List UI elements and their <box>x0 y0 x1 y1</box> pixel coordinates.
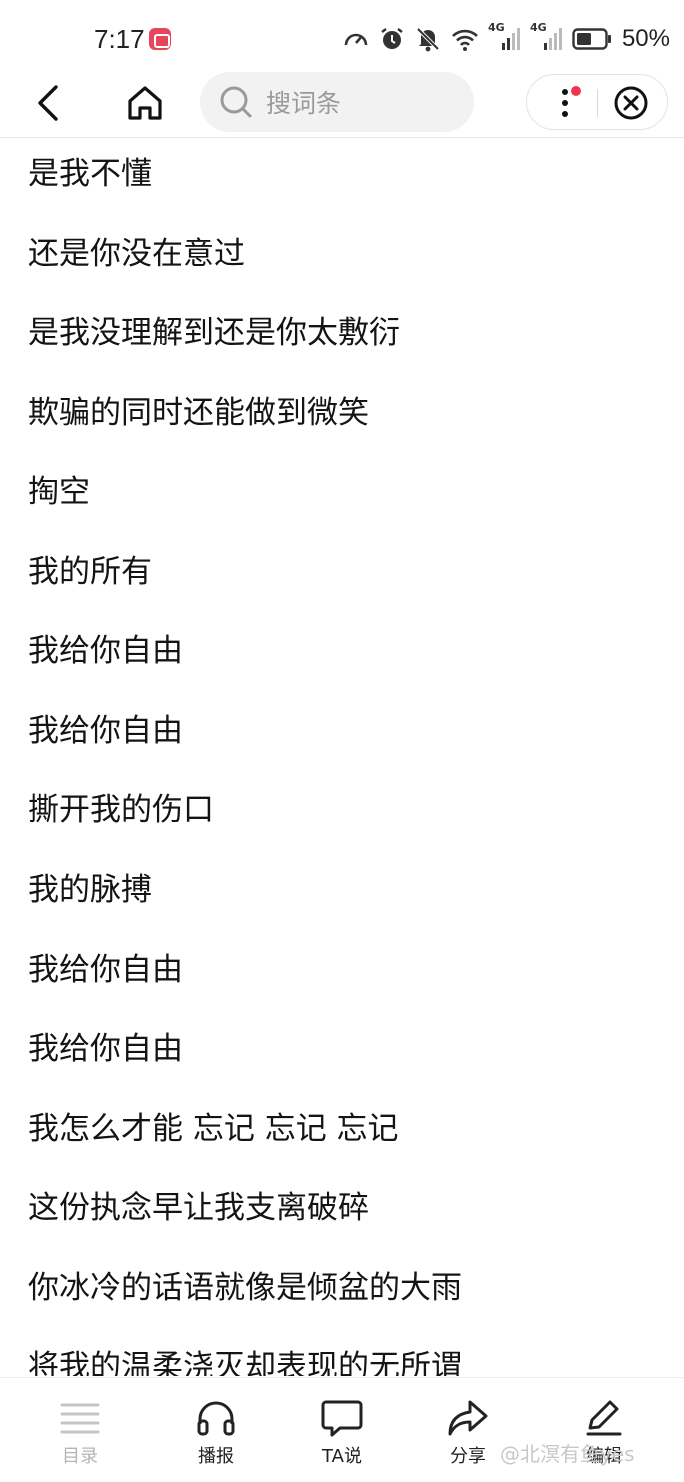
signal-bars-icon <box>543 28 562 50</box>
more-button[interactable] <box>545 81 589 125</box>
status-time: 7:17 <box>94 24 145 54</box>
lyric-line: 我给你自由 <box>28 1031 183 1067</box>
battery-icon <box>572 28 611 50</box>
lyric-line: 撕开我的伤口 <box>28 792 214 828</box>
lyric-line: 还是你没在意过 <box>28 236 245 272</box>
lyric-line: 将我的温柔浇灭却表现的无所谓 <box>28 1349 462 1376</box>
more-vertical-icon <box>562 86 581 117</box>
wifi-icon <box>452 29 478 51</box>
search-icon <box>220 86 252 118</box>
battery-percent: 50% <box>621 25 670 52</box>
search-input[interactable]: 搜词条 <box>200 72 474 132</box>
bottom-toolbar: 目录 播报 TA说 分享 编辑 @北溟有鱼yes <box>0 1377 684 1482</box>
tab-label: 播报 <box>198 1446 234 1467</box>
app-notification-icon <box>149 28 171 50</box>
search-placeholder: 搜词条 <box>266 89 342 118</box>
home-icon <box>128 86 162 120</box>
chevron-left-icon <box>38 85 58 121</box>
lyric-line: 掏空 <box>28 474 90 510</box>
mute-icon <box>416 27 440 52</box>
lyric-line: 我的所有 <box>28 554 152 590</box>
speedometer-icon <box>344 33 368 46</box>
share-icon <box>448 1400 488 1436</box>
signal-1: 4G <box>488 21 522 53</box>
lyric-line: 欺骗的同时还能做到微笑 <box>28 395 369 431</box>
edit-icon <box>586 1400 622 1436</box>
lyric-line: 是我没理解到还是你太敷衍 <box>28 315 400 351</box>
lyric-line: 我给你自由 <box>28 952 183 988</box>
close-circle-icon <box>614 86 648 120</box>
status-bar: 7:17 4G 4G 50% <box>0 0 684 78</box>
alarm-icon <box>381 28 403 49</box>
back-button[interactable] <box>26 80 72 126</box>
comment-icon <box>321 1400 363 1437</box>
tab-ta-says[interactable]: TA说 <box>287 1398 397 1478</box>
status-icons: 4G 4G 50% <box>342 21 670 56</box>
lyric-line: 是我不懂 <box>28 156 152 192</box>
watermark: @北溟有鱼yes <box>500 1442 635 1466</box>
lyric-line: 我给你自由 <box>28 633 183 669</box>
close-button[interactable] <box>609 81 653 125</box>
mini-program-capsule <box>526 74 668 130</box>
tab-label: TA说 <box>322 1446 362 1467</box>
lyrics-content: 是我不懂 还是你没在意过 是我没理解到还是你太敷衍 欺骗的同时还能做到微笑 掏空… <box>0 140 684 1376</box>
signal-2: 4G <box>530 21 564 53</box>
list-icon <box>60 1403 100 1434</box>
lyric-line: 我怎么才能 忘记 忘记 忘记 <box>28 1111 399 1147</box>
signal-bars-icon <box>501 28 520 50</box>
capsule-divider <box>597 89 598 117</box>
lyric-line: 这份执念早让我支离破碎 <box>28 1190 369 1226</box>
tab-label: 目录 <box>62 1446 98 1467</box>
tab-broadcast[interactable]: 播报 <box>161 1398 271 1478</box>
headphones-icon <box>197 1401 235 1436</box>
tab-catalog[interactable]: 目录 <box>25 1398 135 1478</box>
lyric-line: 你冰冷的话语就像是倾盆的大雨 <box>28 1270 462 1306</box>
home-button[interactable] <box>122 80 168 126</box>
lyric-line: 我的脉搏 <box>28 872 152 908</box>
nav-bar: 搜词条 <box>0 70 684 138</box>
tab-label: 分享 <box>450 1446 486 1467</box>
lyric-line: 我给你自由 <box>28 713 183 749</box>
